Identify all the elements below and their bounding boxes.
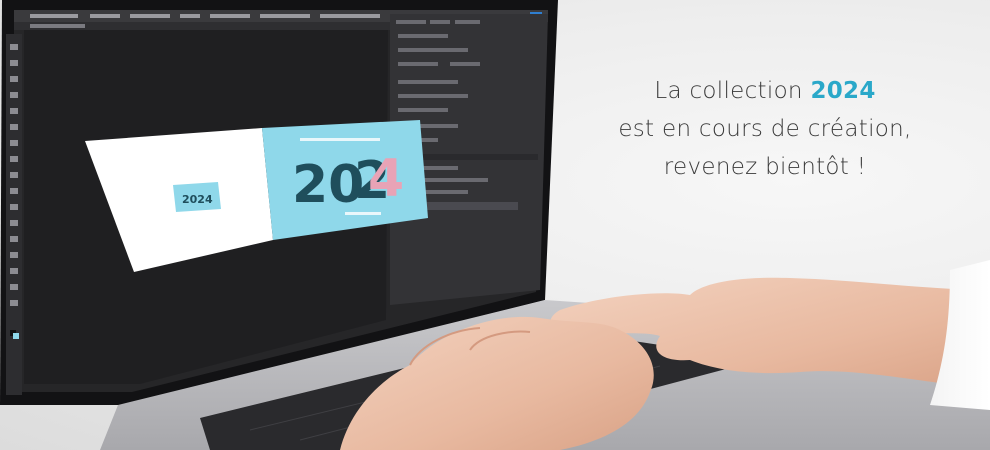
- headline-year: 2024: [810, 78, 876, 104]
- photo-scene: 2024 20 2 4 La collection 2024 est en co…: [0, 0, 990, 450]
- headline-line-3: revenez bientôt !: [663, 154, 867, 180]
- coming-soon-headline: La collection 2024 est en cours de créat…: [575, 72, 955, 186]
- headline-line-1: La collection 2024: [575, 72, 955, 110]
- svg-text:4: 4: [368, 149, 404, 209]
- document-tab: [30, 24, 85, 28]
- toolbar: [6, 34, 22, 395]
- cover-2024: 20 2 4: [292, 149, 404, 215]
- svg-text:2024: 2024: [182, 193, 213, 206]
- headline-prefix: La collection: [654, 78, 811, 104]
- headline-line-2: est en cours de création,: [618, 116, 912, 142]
- laptop-illustration: 2024 20 2 4: [0, 0, 990, 450]
